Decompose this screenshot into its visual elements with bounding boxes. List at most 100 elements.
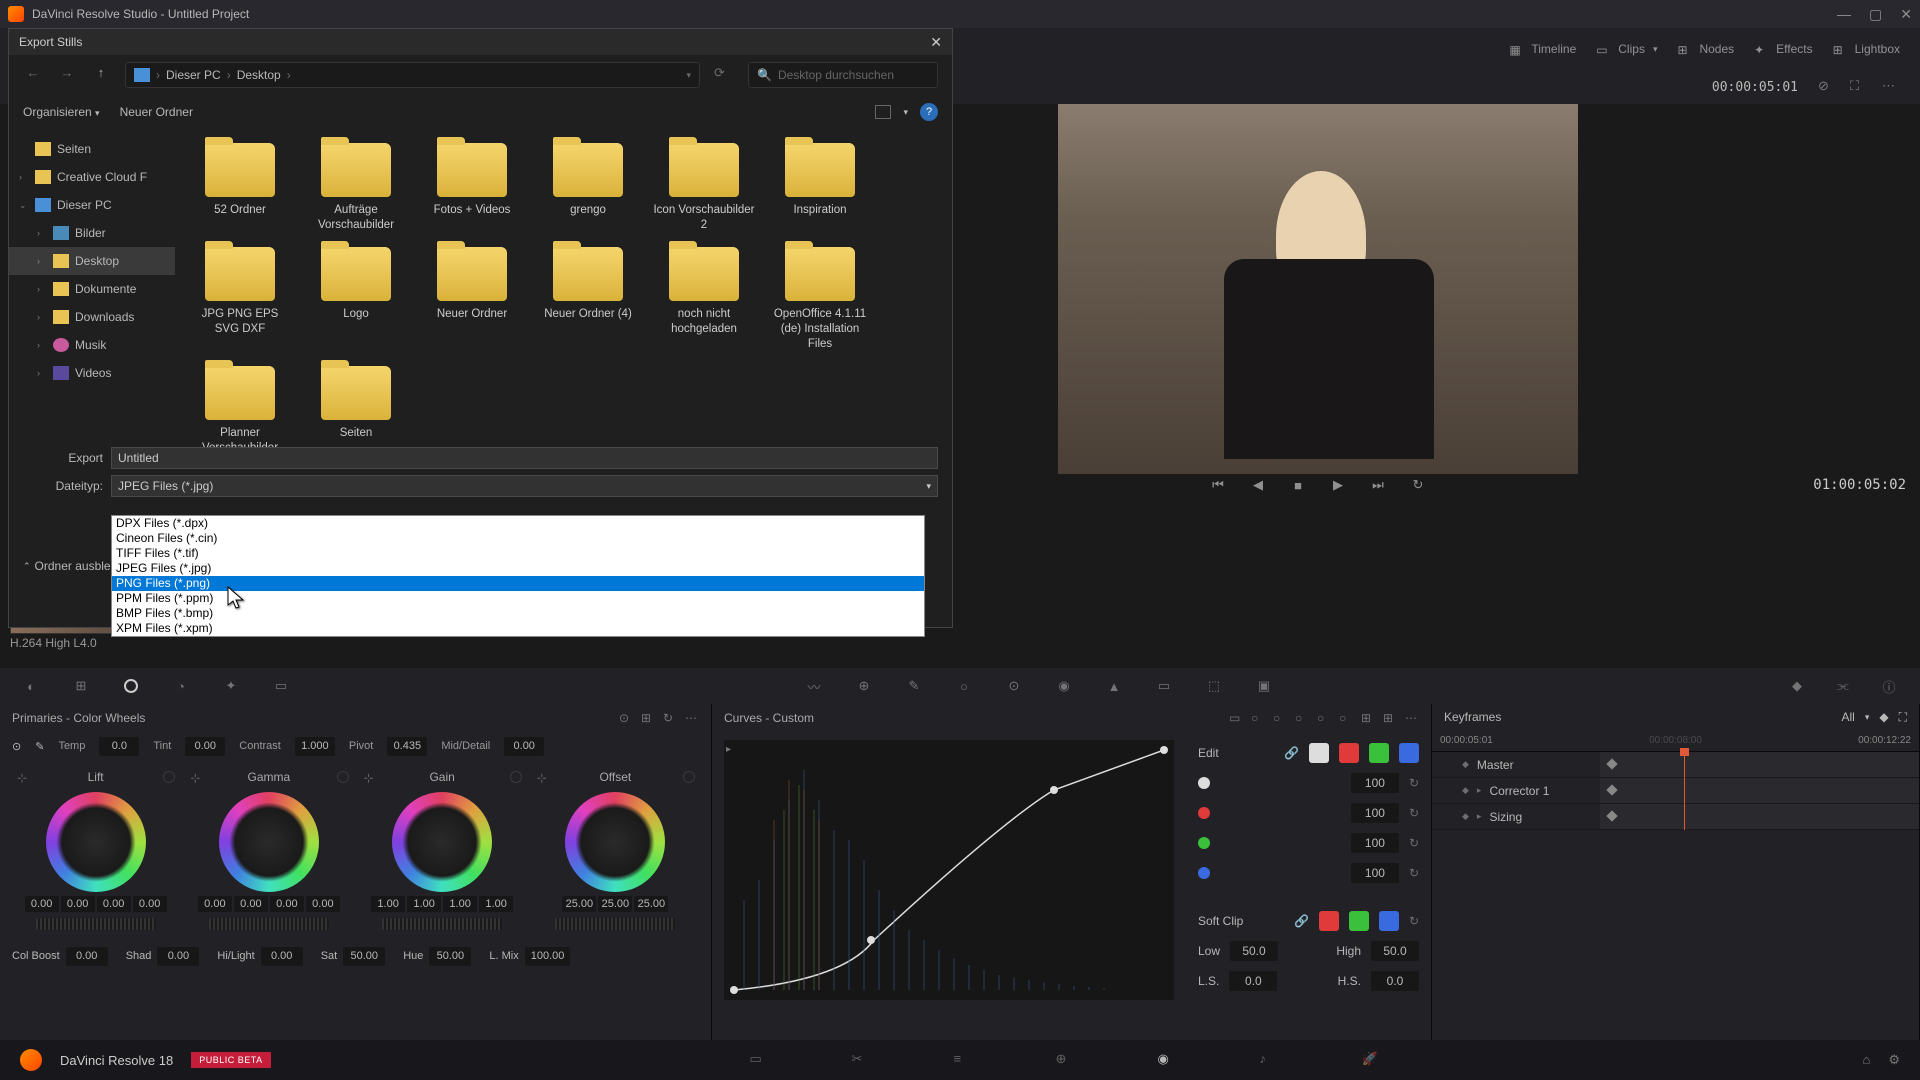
media-page-icon[interactable]: ▭: [750, 1051, 772, 1069]
view-mode-icon[interactable]: [875, 105, 891, 119]
primaries-mode-2-icon[interactable]: ⊞: [641, 711, 655, 725]
color-wheel[interactable]: [392, 792, 492, 892]
pivot-value[interactable]: 0.435: [387, 737, 427, 756]
warper-icon[interactable]: ⊕: [853, 676, 875, 696]
keyframe-mode-icon[interactable]: ◆: [1786, 676, 1808, 696]
reset-icon[interactable]: ↻: [1409, 866, 1419, 880]
key-icon[interactable]: ▲: [1103, 676, 1125, 696]
jog-wheel[interactable]: [382, 918, 502, 930]
jog-wheel[interactable]: [555, 918, 675, 930]
color-page-icon[interactable]: ◉: [1158, 1051, 1180, 1069]
info-icon[interactable]: ⓘ: [1878, 676, 1900, 696]
primaries-mode-1-icon[interactable]: ⊙: [619, 711, 633, 725]
edit-r-chip[interactable]: [1339, 743, 1359, 763]
folder-item[interactable]: grengo: [537, 143, 639, 233]
keyframe-track[interactable]: ◆Master: [1432, 752, 1919, 778]
reset-icon[interactable]: [337, 771, 349, 783]
hilight-value[interactable]: 0.00: [261, 947, 303, 966]
curves-mode-8-icon[interactable]: ⊞: [1383, 711, 1397, 725]
viewer-image[interactable]: [1058, 104, 1578, 474]
wheel-value[interactable]: 0.00: [306, 896, 340, 912]
fusion-page-icon[interactable]: ⊕: [1056, 1051, 1078, 1069]
loop-icon[interactable]: ↻: [1409, 476, 1427, 494]
sc-g-chip[interactable]: [1349, 911, 1369, 931]
wheel-value[interactable]: 1.00: [371, 896, 405, 912]
picker-icon[interactable]: ⊹: [16, 771, 28, 783]
wheel-value[interactable]: 0.00: [133, 896, 167, 912]
edit-page-icon[interactable]: ≡: [954, 1051, 976, 1069]
nav-back-icon[interactable]: ←: [23, 65, 43, 85]
reset-icon[interactable]: ↻: [1409, 806, 1419, 820]
reset-icon[interactable]: ↻: [1409, 914, 1419, 928]
folder-item[interactable]: Aufträge Vorschaubilder: [305, 143, 407, 233]
filetype-combo[interactable]: JPEG Files (*.jpg)▾: [111, 475, 938, 497]
folder-item[interactable]: Neuer Ordner: [421, 247, 523, 352]
wheel-value[interactable]: 25.00: [598, 896, 632, 912]
fairlight-page-icon[interactable]: ♪: [1260, 1051, 1282, 1069]
wheel-value[interactable]: 1.00: [443, 896, 477, 912]
kf-add-icon[interactable]: ◆: [1879, 710, 1888, 724]
sc-r-chip[interactable]: [1319, 911, 1339, 931]
timeline-tool[interactable]: ▦Timeline: [1509, 42, 1576, 56]
close-icon[interactable]: ✕: [1900, 6, 1912, 23]
tool-5-icon[interactable]: ✦: [220, 676, 242, 696]
primaries-menu-icon[interactable]: ⋯: [685, 711, 699, 725]
sizing-icon[interactable]: ▭: [1153, 676, 1175, 696]
colboost-value[interactable]: 0.00: [66, 947, 108, 966]
reset-icon[interactable]: ↻: [1409, 836, 1419, 850]
scopes-icon[interactable]: ⫘: [1832, 676, 1854, 696]
intensity-g-icon[interactable]: [1198, 837, 1210, 849]
folder-item[interactable]: Icon Vorschaubilder 2: [653, 143, 755, 233]
tool-2-icon[interactable]: ⊞: [70, 676, 92, 696]
picker-icon[interactable]: ⊹: [536, 771, 548, 783]
folder-item[interactable]: Neuer Ordner (4): [537, 247, 639, 352]
tree-node[interactable]: ›Musik: [9, 331, 175, 359]
wheel-value[interactable]: 25.00: [634, 896, 668, 912]
color-wheel[interactable]: [46, 792, 146, 892]
wheel-value[interactable]: 0.00: [270, 896, 304, 912]
tracking-icon[interactable]: ⊙: [1003, 676, 1025, 696]
folder-item[interactable]: Planner Vorschaubilder: [189, 366, 291, 456]
filetype-option[interactable]: JPEG Files (*.jpg): [112, 561, 924, 576]
wheel-value[interactable]: 1.00: [407, 896, 441, 912]
nav-up-icon[interactable]: ↑: [91, 65, 111, 85]
picker-icon[interactable]: ⊹: [363, 771, 375, 783]
folder-item[interactable]: noch nicht hochgeladen: [653, 247, 755, 352]
curves-mode-5-icon[interactable]: ○: [1317, 711, 1331, 725]
kf-expand-icon[interactable]: ⛶: [1899, 710, 1907, 725]
curves-canvas[interactable]: ▸: [724, 740, 1174, 1000]
playhead[interactable]: [1684, 752, 1685, 830]
curves-mode-3-icon[interactable]: ○: [1273, 711, 1287, 725]
clips-tool[interactable]: ▭Clips▾: [1596, 42, 1657, 56]
tool-4-icon[interactable]: ◔: [170, 676, 192, 696]
curves-mode-7-icon[interactable]: ⊞: [1361, 711, 1375, 725]
edit-g-chip[interactable]: [1369, 743, 1389, 763]
reset-icon[interactable]: [163, 771, 175, 783]
new-folder-button[interactable]: Neuer Ordner: [120, 105, 193, 119]
lightbox-tool[interactable]: ⊞Lightbox: [1833, 42, 1900, 56]
folder-item[interactable]: OpenOffice 4.1.11 (de) Installation File…: [769, 247, 871, 352]
tool-1-icon[interactable]: ◐: [20, 676, 42, 696]
wheel-value[interactable]: 25.00: [562, 896, 596, 912]
folder-item[interactable]: 52 Ordner: [189, 143, 291, 233]
keyframe-track[interactable]: ◆▸Corrector 1: [1432, 778, 1919, 804]
wheel-value[interactable]: 1.00: [479, 896, 513, 912]
effects-tool[interactable]: ✦Effects: [1754, 42, 1812, 56]
intensity-b-icon[interactable]: [1198, 867, 1210, 879]
filetype-option[interactable]: Cineon Files (*.cin): [112, 531, 924, 546]
options-icon[interactable]: ⋯: [1882, 78, 1900, 96]
tree-node[interactable]: ›Dokumente: [9, 275, 175, 303]
tool-6-icon[interactable]: ▭: [270, 676, 292, 696]
nodes-tool[interactable]: ⊞Nodes: [1677, 42, 1734, 56]
curves-mode-4-icon[interactable]: ○: [1295, 711, 1309, 725]
cut-page-icon[interactable]: ✂: [852, 1051, 874, 1069]
folder-item[interactable]: JPG PNG EPS SVG DXF: [189, 247, 291, 352]
primaries-mode-3-icon[interactable]: ↻: [663, 711, 677, 725]
wheel-value[interactable]: 0.00: [61, 896, 95, 912]
curves-icon[interactable]: 〰: [803, 676, 825, 696]
blur-icon[interactable]: ◉: [1053, 676, 1075, 696]
filetype-option[interactable]: DPX Files (*.dpx): [112, 516, 924, 531]
tree-node[interactable]: ⌄Dieser PC: [9, 191, 175, 219]
view-dropdown-icon[interactable]: ▾: [903, 107, 908, 118]
tree-node[interactable]: ›Videos: [9, 359, 175, 387]
